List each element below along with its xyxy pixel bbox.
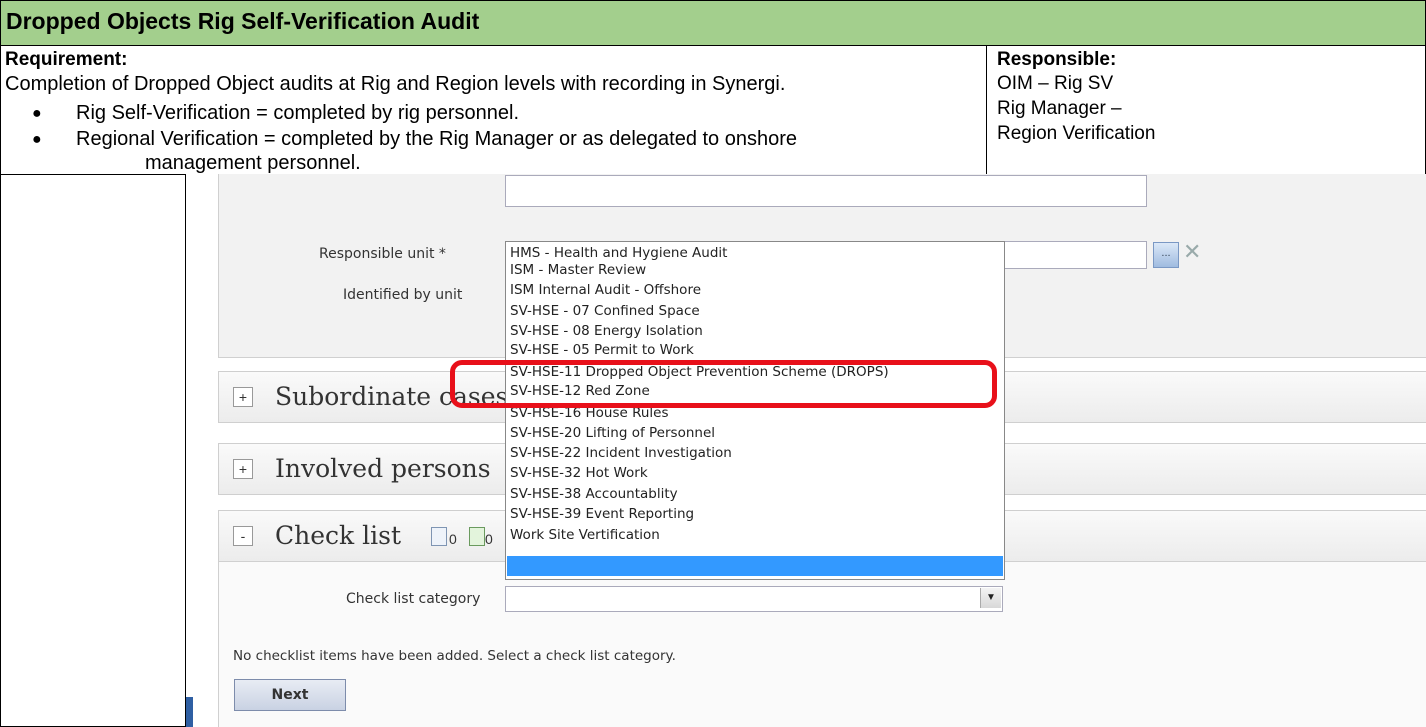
responsible-cell: Responsible: OIM – Rig SV Rig Manager – … bbox=[987, 46, 1425, 175]
selected-empty-option[interactable] bbox=[507, 556, 1003, 576]
left-accent-strip bbox=[186, 697, 193, 727]
bullet-text-2-cont: management personnel. bbox=[145, 152, 361, 174]
bullet-text-2: Regional Verification = completed by the… bbox=[76, 128, 798, 150]
identified-by-unit-label: Identified by unit bbox=[343, 287, 463, 303]
next-button[interactable]: Next bbox=[234, 679, 346, 711]
dropdown-option[interactable]: ISM Internal Audit - Offshore bbox=[510, 282, 701, 299]
bullet-icon: ● bbox=[32, 131, 42, 148]
dropdown-option[interactable]: SV-HSE-20 Lifting of Personnel bbox=[510, 425, 715, 442]
bullet-icon: ● bbox=[32, 105, 42, 122]
checklist-icon bbox=[431, 527, 447, 546]
check-list-category-select[interactable]: ▼ bbox=[505, 586, 1003, 612]
responsible-unit-dropdown[interactable]: HMS - Health and Hygiene Audit ISM - Mas… bbox=[505, 241, 1005, 580]
dropdown-option[interactable]: SV-HSE - 07 Confined Space bbox=[510, 303, 700, 320]
check-list-body: Check list category ▼ No checklist items… bbox=[218, 561, 1426, 727]
text-field[interactable] bbox=[505, 175, 1147, 207]
checklist-count: 0 bbox=[449, 531, 457, 547]
requirement-label: Requirement: bbox=[5, 49, 128, 70]
clear-icon[interactable]: ✕ bbox=[1183, 239, 1201, 265]
dropdown-option[interactable]: SV-HSE-39 Event Reporting bbox=[510, 506, 694, 523]
chevron-down-icon[interactable]: ▼ bbox=[980, 588, 1001, 608]
expand-icon[interactable]: + bbox=[233, 459, 253, 479]
title-bar: Dropped Objects Rig Self-Verification Au… bbox=[1, 1, 1425, 46]
dropdown-option[interactable]: SV-HSE - 08 Energy Isolation bbox=[510, 323, 703, 340]
dropdown-option[interactable]: SV-HSE-38 Accountablity bbox=[510, 486, 678, 503]
dropdown-option[interactable]: HMS - Health and Hygiene Audit bbox=[510, 245, 727, 262]
check-list-category-label: Check list category bbox=[346, 591, 481, 607]
responsible-line-1: OIM – Rig SV bbox=[997, 73, 1114, 94]
dropdown-option[interactable]: SV-HSE - 05 Permit to Work bbox=[510, 342, 694, 359]
document-title: Dropped Objects Rig Self-Verification Au… bbox=[6, 8, 480, 34]
dropdown-option[interactable]: ISM - Master Review bbox=[510, 262, 646, 279]
synergi-screenshot: Responsible unit * ... ✕ Identified by u… bbox=[185, 174, 1426, 727]
dropdown-option[interactable]: SV-HSE-22 Incident Investigation bbox=[510, 445, 732, 462]
checked-list-icon bbox=[469, 527, 485, 546]
dropdown-option[interactable]: SV-HSE-32 Hot Work bbox=[510, 465, 648, 482]
browse-button[interactable]: ... bbox=[1153, 242, 1179, 268]
checked-count: 0 bbox=[485, 531, 493, 547]
responsible-unit-label: Responsible unit * bbox=[319, 246, 446, 262]
dropdown-option[interactable]: Work Site Vertification bbox=[510, 527, 660, 544]
requirement-cell: Requirement: Completion of Dropped Objec… bbox=[1, 46, 987, 175]
requirement-text: Completion of Dropped Object audits at R… bbox=[5, 73, 786, 95]
check-list-title: Check list bbox=[275, 521, 401, 550]
expand-icon[interactable]: + bbox=[233, 387, 253, 407]
bullet-text-1: Rig Self-Verification = completed by rig… bbox=[76, 102, 520, 124]
involved-persons-title: Involved persons bbox=[275, 454, 491, 483]
collapse-icon[interactable]: - bbox=[233, 526, 253, 546]
highlight-box bbox=[450, 360, 997, 408]
responsible-label: Responsible: bbox=[997, 49, 1117, 70]
responsible-line-3: Region Verification bbox=[997, 123, 1156, 144]
no-items-message: No checklist items have been added. Sele… bbox=[233, 648, 676, 664]
responsible-line-2: Rig Manager – bbox=[997, 98, 1122, 119]
